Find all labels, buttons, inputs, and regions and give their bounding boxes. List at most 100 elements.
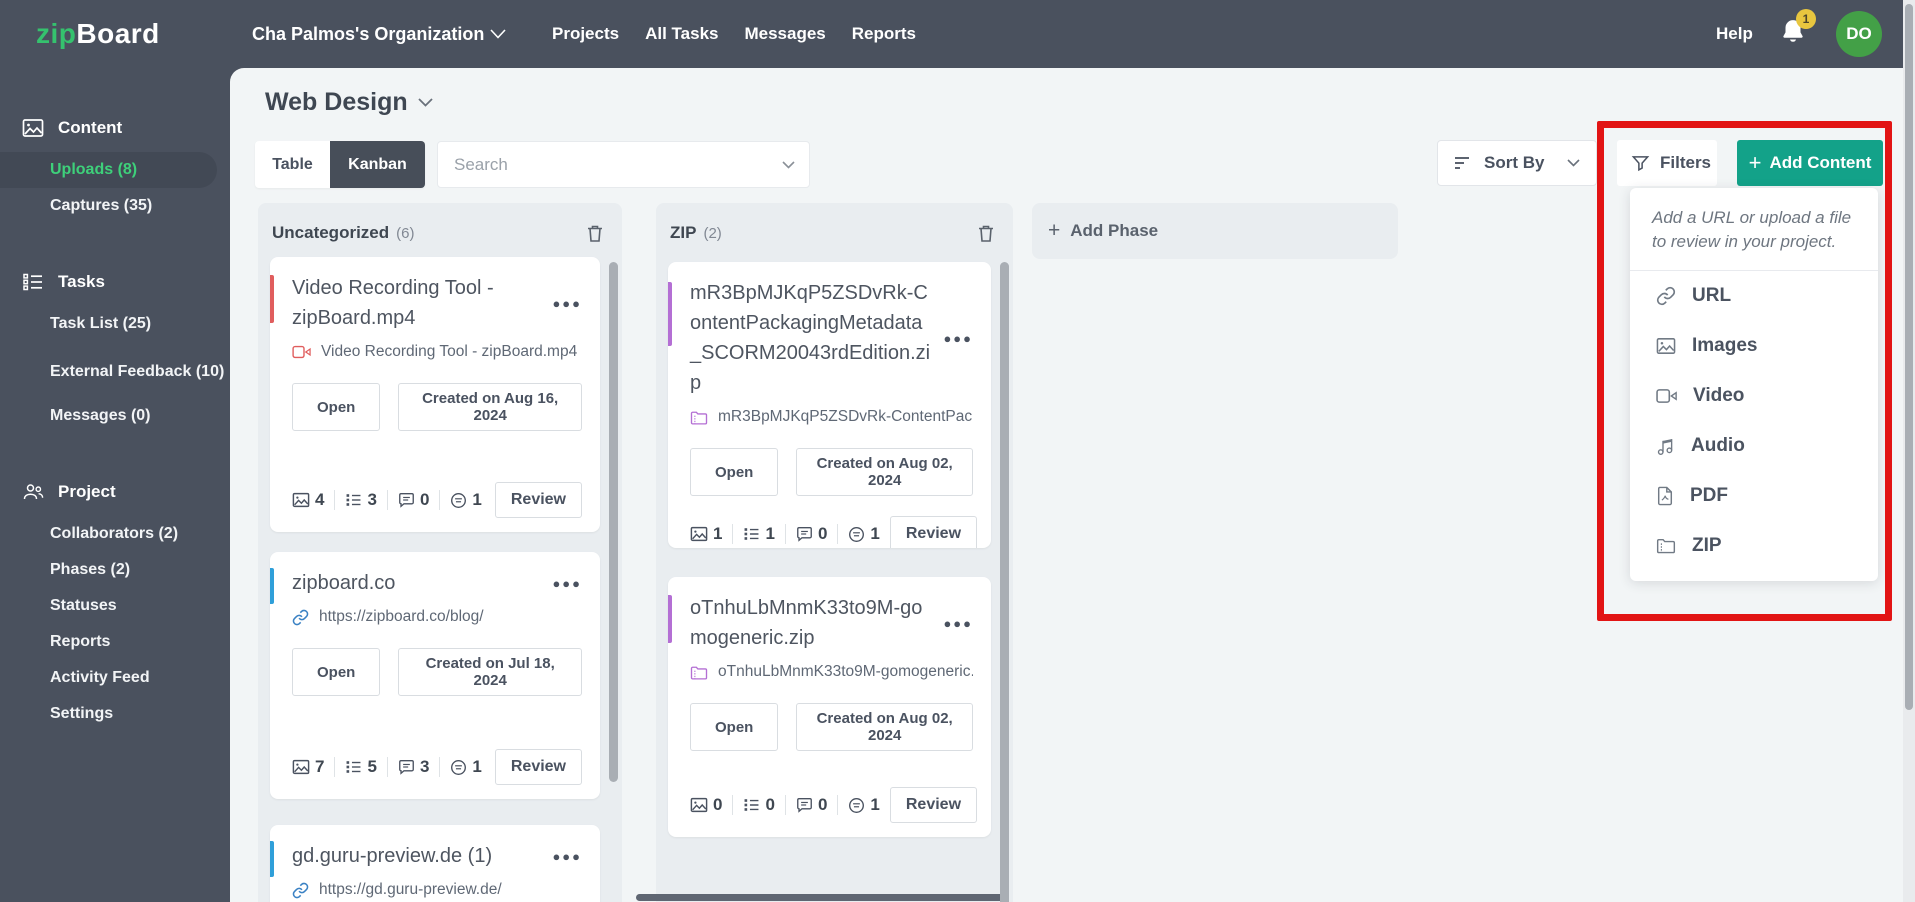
tab-table[interactable]: Table: [255, 141, 330, 188]
help-link[interactable]: Help: [1716, 24, 1753, 44]
menu-item-zip[interactable]: ZIP: [1630, 521, 1878, 571]
column-scrollbar[interactable]: [1000, 262, 1009, 902]
stat-value: 1: [870, 795, 880, 814]
review-button[interactable]: Review: [889, 516, 978, 548]
tab-kanban[interactable]: Kanban: [330, 141, 425, 188]
stat-images: 7: [292, 757, 334, 777]
menu-item-label: Video: [1693, 384, 1745, 406]
sort-by-button[interactable]: Sort By: [1437, 140, 1597, 186]
add-content-button[interactable]: + Add Content: [1737, 140, 1883, 186]
sidebar-item-captures[interactable]: Captures (35): [0, 188, 230, 224]
more-options-icon[interactable]: ●●●: [943, 616, 973, 631]
card-file-link[interactable]: oTnhuLbMnmK33to9M-gomogeneric....: [690, 663, 973, 681]
content-card-zipboard-co[interactable]: zipboard.co ●●● https://zipboard.co/blog…: [270, 552, 600, 799]
sidebar-item-phases[interactable]: Phases (2): [0, 552, 230, 588]
nav-projects[interactable]: Projects: [552, 24, 619, 44]
chevron-down-icon[interactable]: [782, 160, 795, 169]
stat-value: 1: [713, 524, 723, 543]
sidebar-item-task-list[interactable]: Task List (25): [0, 306, 230, 342]
search-box: [437, 141, 810, 188]
notifications-button[interactable]: 1: [1778, 9, 1816, 54]
logo-zip: zip: [36, 18, 77, 49]
stat-phases: 1: [837, 524, 889, 544]
card-file-link[interactable]: https://gd.guru-preview.de/: [292, 881, 582, 899]
sidebar-item-messages[interactable]: Messages (0): [0, 398, 230, 434]
created-date-chip[interactable]: Created on Aug 16, 2024: [398, 383, 582, 431]
sidebar-item-settings[interactable]: Settings: [0, 696, 230, 732]
menu-item-images[interactable]: Images: [1630, 321, 1878, 371]
card-stats: 7 5 3 1 Review: [292, 729, 582, 785]
created-date-chip[interactable]: Created on Aug 02, 2024: [796, 703, 973, 751]
filters-button[interactable]: Filters: [1617, 140, 1717, 186]
card-file-link[interactable]: https://zipboard.co/blog/: [292, 608, 582, 626]
content-card-gd-guru[interactable]: gd.guru-preview.de (1) ●●● https://gd.gu…: [270, 825, 600, 902]
window-scrollbar-thumb[interactable]: [1905, 4, 1913, 710]
column-scrollbar[interactable]: [609, 262, 618, 782]
comment-icon: [399, 493, 414, 508]
created-date-chip[interactable]: Created on Aug 02, 2024: [796, 448, 973, 496]
open-button[interactable]: Open: [690, 703, 779, 751]
menu-item-video[interactable]: Video: [1630, 371, 1878, 421]
kanban-column-zip: ZIP (2) mR3BpMJKqP5ZSDvRk-ContentPackagi…: [656, 203, 1013, 902]
chevron-down-icon: [1567, 159, 1580, 167]
card-file-link[interactable]: Video Recording Tool - zipBoard.mp4: [292, 343, 582, 361]
nav-all-tasks[interactable]: All Tasks: [645, 24, 718, 44]
sidebar-item-collaborators[interactable]: Collaborators (2): [0, 516, 230, 552]
menu-item-pdf[interactable]: PDF: [1630, 471, 1878, 521]
sidebar-item-external-feedback[interactable]: External Feedback (10): [0, 342, 230, 398]
stat-tasks: 5: [334, 757, 386, 777]
more-options-icon[interactable]: ●●●: [552, 849, 582, 864]
stat-comments: 0: [784, 524, 837, 544]
stat-phases: 1: [439, 490, 491, 510]
search-input[interactable]: [438, 154, 782, 175]
sidebar-item-statuses[interactable]: Statuses: [0, 588, 230, 624]
sidebar-section-project: Project Collaborators (2) Phases (2) Sta…: [0, 478, 230, 732]
trash-icon[interactable]: [977, 224, 995, 243]
avatar[interactable]: DO: [1836, 11, 1882, 57]
content-card-scorm-zip[interactable]: mR3BpMJKqP5ZSDvRk-ContentPackagingMetada…: [668, 262, 991, 548]
trash-icon[interactable]: [586, 224, 604, 243]
menu-item-audio[interactable]: Audio: [1630, 421, 1878, 471]
image-icon: [690, 526, 708, 542]
open-button[interactable]: Open: [690, 448, 779, 496]
menu-item-url[interactable]: URL: [1630, 271, 1878, 321]
add-phase-button[interactable]: + Add Phase: [1032, 203, 1398, 259]
open-button[interactable]: Open: [292, 648, 381, 696]
sort-by-label: Sort By: [1484, 153, 1545, 172]
more-options-icon[interactable]: ●●●: [552, 296, 582, 311]
sidebar-item-reports[interactable]: Reports: [0, 624, 230, 660]
card-stats: 4 3 0 1 Review: [292, 462, 582, 518]
open-button[interactable]: Open: [292, 383, 381, 431]
created-date-chip[interactable]: Created on Jul 18, 2024: [398, 648, 582, 696]
sidebar-header-content: Content: [0, 114, 230, 142]
sidebar-item-activity-feed[interactable]: Activity Feed: [0, 660, 230, 696]
sidebar-items-content: Uploads (8) Captures (35): [0, 152, 230, 224]
more-options-icon[interactable]: ●●●: [943, 331, 973, 346]
nav-reports[interactable]: Reports: [852, 24, 916, 44]
logo-board: Board: [76, 18, 160, 49]
checklist-icon: [23, 273, 42, 291]
phase-circle-icon: [451, 759, 467, 775]
filter-funnel-icon: [1631, 155, 1650, 171]
sidebar-item-uploads[interactable]: Uploads (8): [0, 152, 217, 188]
card-title: zipboard.co: [292, 572, 396, 594]
nav-messages[interactable]: Messages: [744, 24, 825, 44]
zipboard-logo[interactable]: zipBoard: [36, 18, 160, 50]
link-icon: [292, 609, 309, 625]
more-options-icon[interactable]: ●●●: [552, 576, 582, 591]
stat-value: 0: [817, 795, 828, 814]
review-button[interactable]: Review: [494, 749, 582, 785]
zipboard-app: zipBoard Cha Palmos's Organization Proje…: [0, 0, 1915, 902]
card-title-row: mR3BpMJKqP5ZSDvRk-ContentPackagingMetada…: [690, 278, 973, 398]
project-title-dropdown[interactable]: Web Design: [265, 88, 433, 117]
card-accent-bar: [668, 595, 672, 643]
card-file-link[interactable]: mR3BpMJKqP5ZSDvRk-ContentPacka...: [690, 408, 973, 426]
content-card-gomogeneric-zip[interactable]: oTnhuLbMnmK33to9M-gomogeneric.zip ●●● oT…: [668, 577, 991, 837]
plus-icon: +: [1748, 150, 1762, 175]
content-card-video-recording[interactable]: Video Recording Tool - zipBoard.mp4 ●●● …: [270, 257, 600, 532]
review-button[interactable]: Review: [494, 482, 582, 518]
chevron-down-icon: [490, 29, 506, 39]
organization-selector[interactable]: Cha Palmos's Organization: [252, 24, 506, 45]
review-button[interactable]: Review: [889, 787, 978, 823]
horizontal-scrollbar[interactable]: [636, 894, 1008, 901]
